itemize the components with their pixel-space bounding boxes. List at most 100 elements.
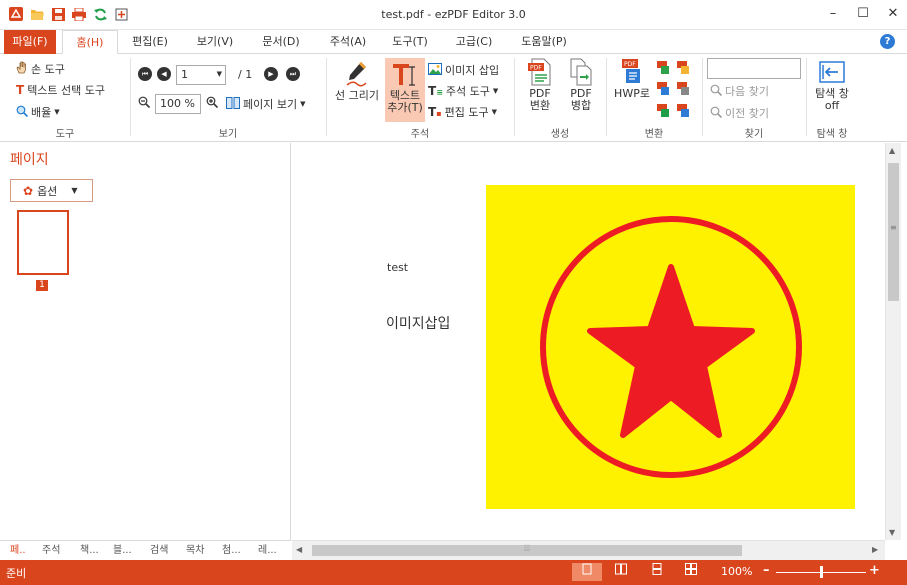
first-page-icon: ⏮ (138, 67, 152, 81)
star-circle-graphic (540, 216, 802, 478)
prev-page-button[interactable]: ◀ (157, 67, 171, 81)
insert-image-button[interactable]: 이미지 삽입 (428, 62, 499, 78)
edit-tool-label: 편집 도구 (444, 106, 489, 119)
svg-text:PDF: PDF (530, 65, 542, 72)
tab-file[interactable]: 파일(F) (4, 30, 56, 54)
panel-title: 페이지 (10, 152, 49, 168)
draw-line-button[interactable]: 선 그리기 (332, 60, 382, 102)
group-label-view: 보기 (218, 129, 238, 140)
scroll-right-icon[interactable]: ▶ (872, 545, 878, 554)
page-thumbnail[interactable] (17, 210, 69, 275)
zoom-in-button[interactable] (206, 96, 219, 111)
zoom-slider-knob[interactable] (820, 566, 823, 578)
add-text-icon (391, 60, 419, 88)
panel-tab-annotations[interactable]: 주석 (42, 543, 60, 559)
tab-home[interactable]: 홈(H) (62, 30, 118, 54)
tab-edit[interactable]: 편집(E) (124, 30, 176, 54)
zoom-plus-button[interactable]: + (869, 563, 880, 578)
pdf-convert-button[interactable]: PDF PDF 변환 (522, 58, 558, 112)
panel-tab-bookmarks[interactable]: 책... (80, 543, 99, 559)
find-next-button[interactable]: 다음 찾기 (710, 83, 769, 99)
next-page-button[interactable]: ▶ (264, 67, 278, 81)
zoom-tool-button[interactable]: 배율 ▼ (16, 104, 60, 120)
tab-advanced[interactable]: 고급(C) (446, 30, 502, 54)
scroll-left-icon[interactable]: ◀ (296, 545, 302, 554)
help-icon[interactable]: ? (880, 34, 895, 49)
panel-tab-toc[interactable]: 목차 (186, 543, 204, 559)
panel-tab-attachments[interactable]: 첨... (222, 543, 241, 559)
scroll-grip-icon: ⦙⦙⦙ (524, 544, 531, 554)
pen-icon (343, 60, 371, 88)
document-view[interactable]: test 이미지삽입 (292, 143, 885, 540)
scroll-down-icon[interactable]: ▼ (889, 528, 895, 537)
two-page-view-button[interactable] (606, 563, 636, 581)
tab-document[interactable]: 문서(D) (252, 30, 310, 54)
window-controls: – ☐ ✕ (827, 6, 899, 21)
panel-tab-pages[interactable]: 페.. (10, 543, 26, 559)
page-thumbnail-number: 1 (36, 280, 48, 291)
nav-pane-label-2: off (824, 99, 840, 112)
zoom-out-button[interactable] (138, 96, 151, 111)
text-select-tool-button[interactable]: T 텍스트 선택 도구 (16, 82, 105, 98)
chevron-down-icon: ▼ (54, 108, 60, 116)
group-label-convert: 변환 (644, 129, 664, 140)
hwp-convert-button[interactable]: PDF HWP로 (612, 58, 652, 100)
last-page-button[interactable]: ⏭ (286, 67, 300, 81)
group-label-find: 찾기 (744, 129, 764, 140)
nav-pane-off-button[interactable]: 탐색 창 off (810, 58, 854, 112)
group-label-annotation: 주석 (410, 129, 430, 140)
panel-tabs: 페.. 주석 책... 블... 검색 목차 첨... 레... (0, 540, 291, 560)
find-prev-button[interactable]: 이전 찾기 (710, 105, 769, 121)
maximize-button[interactable]: ☐ (857, 6, 869, 21)
panel-tab-layers[interactable]: 레... (258, 543, 277, 559)
add-text-label-2: 추가(T) (387, 101, 423, 114)
page-number-input[interactable]: 1 ▼ (176, 65, 226, 85)
document-text-test[interactable]: test (387, 261, 408, 274)
annotation-tool-button[interactable]: T≡ 주석 도구 ▼ (428, 83, 498, 99)
page-view-button[interactable]: 페이지 보기 ▼ (226, 96, 306, 112)
continuous-two-page-view-button[interactable] (676, 563, 706, 581)
tab-annotation[interactable]: 주석(A) (320, 30, 376, 54)
chevron-down-icon: ▼ (300, 100, 306, 108)
single-page-view-button[interactable] (572, 563, 602, 581)
single-page-icon (582, 563, 592, 575)
horizontal-scrollbar[interactable]: ◀ ⦙⦙⦙ ▶ (292, 540, 885, 560)
edit-tool-button[interactable]: T▪ 편집 도구 ▼ (428, 104, 497, 120)
minimize-button[interactable]: – (827, 6, 839, 21)
continuous-page-icon (652, 563, 662, 575)
pdf-convert-label-2: 변환 (529, 99, 551, 112)
options-button[interactable]: ✿ 옵션 ▼ (10, 179, 93, 202)
zoom-level-text: 100% (721, 565, 753, 578)
zoom-minus-button[interactable]: – (763, 563, 770, 578)
vertical-scrollbar[interactable]: ▲ ≡ ▼ (885, 143, 901, 540)
zoom-icon (16, 105, 29, 120)
tab-help[interactable]: 도움말(P) (512, 30, 576, 54)
vertical-scroll-thumb[interactable] (888, 163, 899, 301)
status-bar: 준비 100% – + (0, 560, 907, 585)
search-icon (710, 84, 723, 99)
search-input[interactable] (707, 58, 801, 79)
add-text-button[interactable]: 텍스트 추가(T) (385, 58, 425, 122)
panel-tab-search[interactable]: 검색 (150, 543, 168, 559)
panel-tab-blocks[interactable]: 블... (113, 543, 132, 559)
draw-line-label: 선 그리기 (335, 89, 379, 102)
prev-page-icon: ◀ (157, 67, 171, 81)
last-page-icon: ⏭ (286, 67, 300, 81)
tab-tools[interactable]: 도구(T) (384, 30, 436, 54)
page-view-icon (226, 96, 240, 112)
document-text-image-insert[interactable]: 이미지삽입 (386, 313, 450, 333)
text-select-icon: T (16, 83, 25, 97)
zoom-input[interactable]: 100 % (155, 94, 201, 114)
chevron-down-icon: ▼ (491, 108, 497, 116)
title-bar: test.pdf - ezPDF Editor 3.0 – ☐ ✕ (0, 0, 907, 30)
first-page-button[interactable]: ⏮ (138, 67, 152, 81)
tab-view[interactable]: 보기(V) (186, 30, 244, 54)
chevron-down-icon: ▼ (71, 186, 78, 195)
continuous-view-button[interactable] (642, 563, 672, 581)
pdf-merge-button[interactable]: PDF 병합 (563, 58, 599, 112)
hand-tool-button[interactable]: 손 도구 (16, 61, 65, 77)
document-star-image[interactable] (486, 185, 855, 509)
close-button[interactable]: ✕ (887, 6, 899, 21)
text-select-tool-label: 텍스트 선택 도구 (27, 84, 106, 97)
scroll-up-icon[interactable]: ▲ (889, 146, 895, 155)
